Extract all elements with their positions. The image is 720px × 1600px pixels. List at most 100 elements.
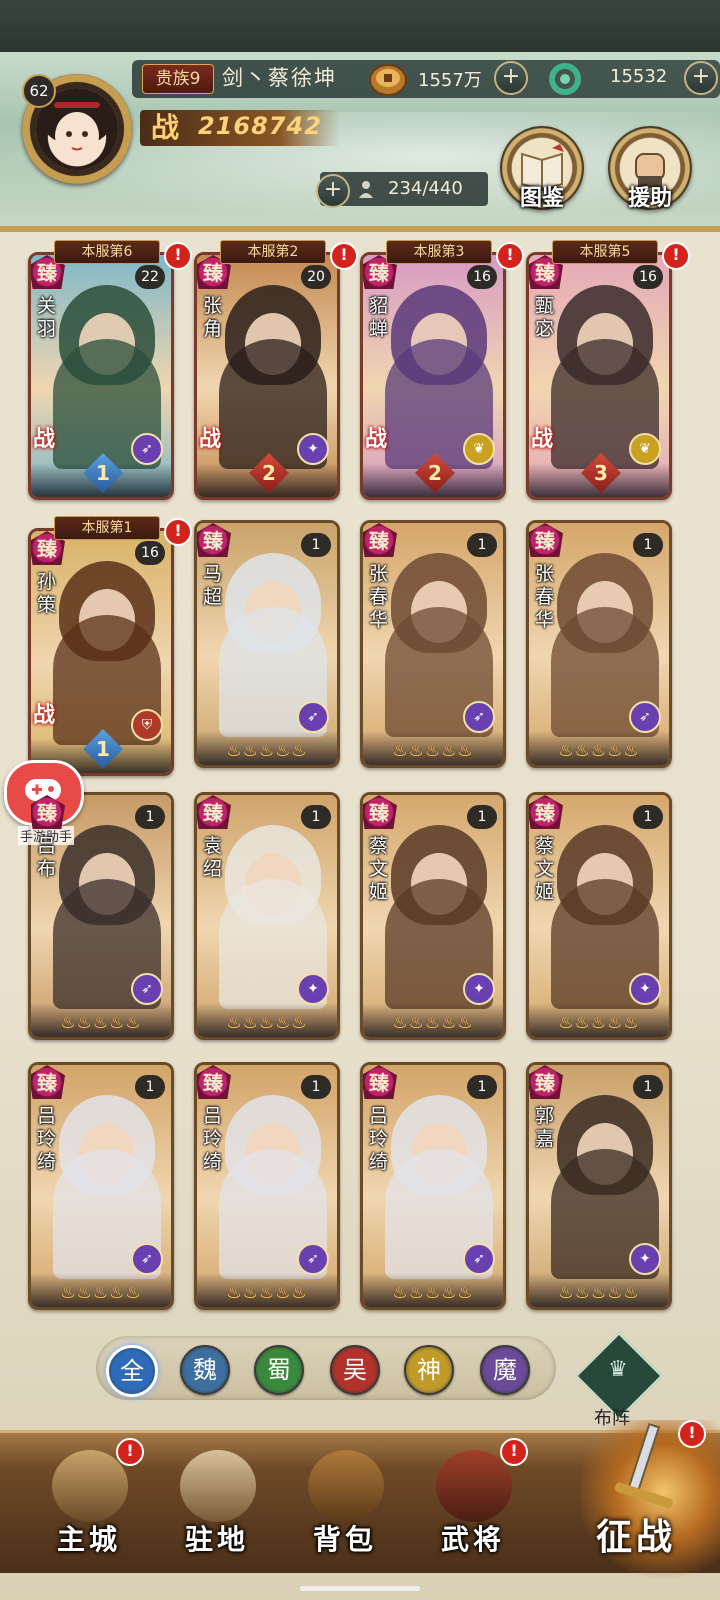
hero-count-badge: 1	[467, 533, 497, 557]
assist-label: 援助	[628, 185, 673, 211]
mage-class-icon: ✦	[463, 973, 495, 1005]
server-rank-label: 本服第3	[386, 240, 492, 264]
hero-name: 张春华	[535, 563, 555, 631]
hero-card[interactable]: 臻 20 张角 ✦ 战 2	[194, 252, 340, 500]
hero-name: 孙策	[37, 571, 57, 616]
hero-card[interactable]: 臻 1 郭嘉 ✦ ♨♨♨♨♨	[526, 1062, 672, 1310]
hero-alert-badge: !	[496, 242, 524, 270]
server-rank-label: 本服第2	[220, 240, 326, 264]
hero-card[interactable]: 臻 1 蔡文姬 ✦ ♨♨♨♨♨	[526, 792, 672, 1040]
in-battle-badge: 战	[33, 702, 56, 728]
hero-name: 张春华	[369, 563, 389, 631]
nav-item-icon	[308, 1450, 384, 1522]
hero-count-badge: 20	[301, 265, 331, 289]
home-indicator[interactable]	[300, 1586, 420, 1591]
nav-item-label: 驻地	[184, 1523, 249, 1556]
hero-card[interactable]: 臻 1 张春华 ➶ ♨♨♨♨♨	[526, 520, 672, 768]
hero-card[interactable]: 臻 1 吕玲绮 ➶ ♨♨♨♨♨	[194, 1062, 340, 1310]
nav-item-2[interactable]: 背包	[290, 1450, 400, 1560]
expand-capacity-button[interactable]: +	[316, 174, 350, 208]
faction-filter-0[interactable]: 全	[106, 1345, 158, 1397]
hero-count-badge: 1	[301, 805, 331, 829]
mage-class-icon: ✦	[629, 1243, 661, 1275]
in-battle-badge: 战	[199, 426, 222, 452]
nav-item-icon	[180, 1450, 256, 1522]
hero-count-badge: 16	[633, 265, 663, 289]
hero-count-badge: 1	[467, 1075, 497, 1099]
combat-power-value: 2168742	[198, 112, 322, 140]
archer-class-icon: ➶	[297, 701, 329, 733]
hero-capacity-value: 234/440	[388, 178, 463, 199]
hero-count-badge: 16	[467, 265, 497, 289]
server-rank-label: 本服第1	[54, 516, 160, 540]
hero-card[interactable]: 臻 16 孙策 ⛨ 战 1	[28, 528, 174, 776]
nav-item-3[interactable]: 武将	[418, 1450, 528, 1560]
in-battle-badge: 战	[531, 426, 554, 452]
nav-item-label: 武将	[440, 1523, 505, 1556]
archer-class-icon: ➶	[629, 701, 661, 733]
archer-class-icon: ➶	[131, 433, 163, 465]
faction-filter-3[interactable]: 吴	[330, 1345, 380, 1395]
nav-item-1[interactable]: 驻地	[162, 1450, 272, 1560]
codex-label: 图鉴	[520, 185, 565, 211]
archer-class-icon: ➶	[297, 1243, 329, 1275]
hero-name: 吕玲绮	[203, 1105, 223, 1173]
support-class-icon: ❦	[629, 433, 661, 465]
add-jade-button[interactable]: +	[684, 61, 718, 95]
hero-name: 甄宓	[535, 295, 555, 340]
nav-item-label: 主城	[56, 1523, 121, 1556]
faction-filter-1[interactable]: 魏	[180, 1345, 230, 1395]
hero-card[interactable]: 臻 1 蔡文姬 ✦ ♨♨♨♨♨	[360, 792, 506, 1040]
hero-name: 吕布	[37, 835, 57, 880]
hero-name: 吕玲绮	[369, 1105, 389, 1173]
awaken-flames: ♨♨♨♨♨	[558, 1013, 640, 1033]
hero-count-badge: 1	[135, 1075, 165, 1099]
hero-count-badge: 16	[135, 541, 165, 565]
player-level-badge: 62	[22, 74, 56, 108]
awaken-flames: ♨♨♨♨♨	[558, 741, 640, 761]
noble-rank-badge[interactable]: 贵族9	[142, 64, 214, 94]
hero-card[interactable]: 臻 1 马超 ➶ ♨♨♨♨♨	[194, 520, 340, 768]
campaign-label: 征战	[596, 1516, 677, 1558]
hero-card[interactable]: 臻 1 吕玲绮 ➶ ♨♨♨♨♨	[360, 1062, 506, 1310]
awaken-flames: ♨♨♨♨♨	[60, 1013, 142, 1033]
hero-alert-badge: !	[330, 242, 358, 270]
hero-card[interactable]: 臻 1 袁绍 ✦ ♨♨♨♨♨	[194, 792, 340, 1040]
hero-card[interactable]: 臻 1 吕玲绮 ➶ ♨♨♨♨♨	[28, 1062, 174, 1310]
in-battle-badge: 战	[33, 426, 56, 452]
faction-filter-2[interactable]: 蜀	[254, 1345, 304, 1395]
server-rank-label: 本服第6	[54, 240, 160, 264]
combat-power-icon: 战	[150, 111, 179, 144]
add-copper-button[interactable]: +	[494, 61, 528, 95]
hero-count-badge: 22	[135, 265, 165, 289]
nav-alert-badge: !	[500, 1438, 528, 1466]
nav-item-icon	[52, 1450, 128, 1522]
archer-class-icon: ➶	[463, 701, 495, 733]
campaign-alert-badge: !	[678, 1420, 706, 1448]
faction-filter-5[interactable]: 魔	[480, 1345, 530, 1395]
jade-amount: 15532	[610, 66, 668, 87]
defense-class-icon: ⛨	[131, 709, 163, 741]
faction-filter-4[interactable]: 神	[404, 1345, 454, 1395]
hero-name: 关羽	[37, 295, 57, 340]
hero-alert-badge: !	[164, 518, 192, 546]
hero-card[interactable]: 臻 16 甄宓 ❦ 战 3	[526, 252, 672, 500]
hero-name: 郭嘉	[535, 1105, 555, 1150]
hero-alert-badge: !	[662, 242, 690, 270]
hero-card[interactable]: 臻 22 关羽 ➶ 战 1	[28, 252, 174, 500]
hero-count-badge: 1	[633, 805, 663, 829]
hero-name: 蔡文姬	[369, 835, 389, 903]
nav-item-icon	[436, 1450, 512, 1522]
awaken-flames: ♨♨♨♨♨	[226, 1013, 308, 1033]
player-name: 剑丶蔡徐坤	[222, 66, 337, 90]
hero-card[interactable]: 臻 1 张春华 ➶ ♨♨♨♨♨	[360, 520, 506, 768]
hero-name: 袁绍	[203, 835, 223, 880]
nav-item-0[interactable]: 主城	[34, 1450, 144, 1560]
hero-count-badge: 1	[301, 533, 331, 557]
copper-amount: 1557万	[418, 70, 482, 91]
hero-card[interactable]: 臻 16 貂蝉 ❦ 战 2	[360, 252, 506, 500]
archer-class-icon: ➶	[463, 1243, 495, 1275]
status-bar	[0, 0, 720, 52]
hero-alert-badge: !	[164, 242, 192, 270]
jade-icon	[549, 63, 581, 95]
